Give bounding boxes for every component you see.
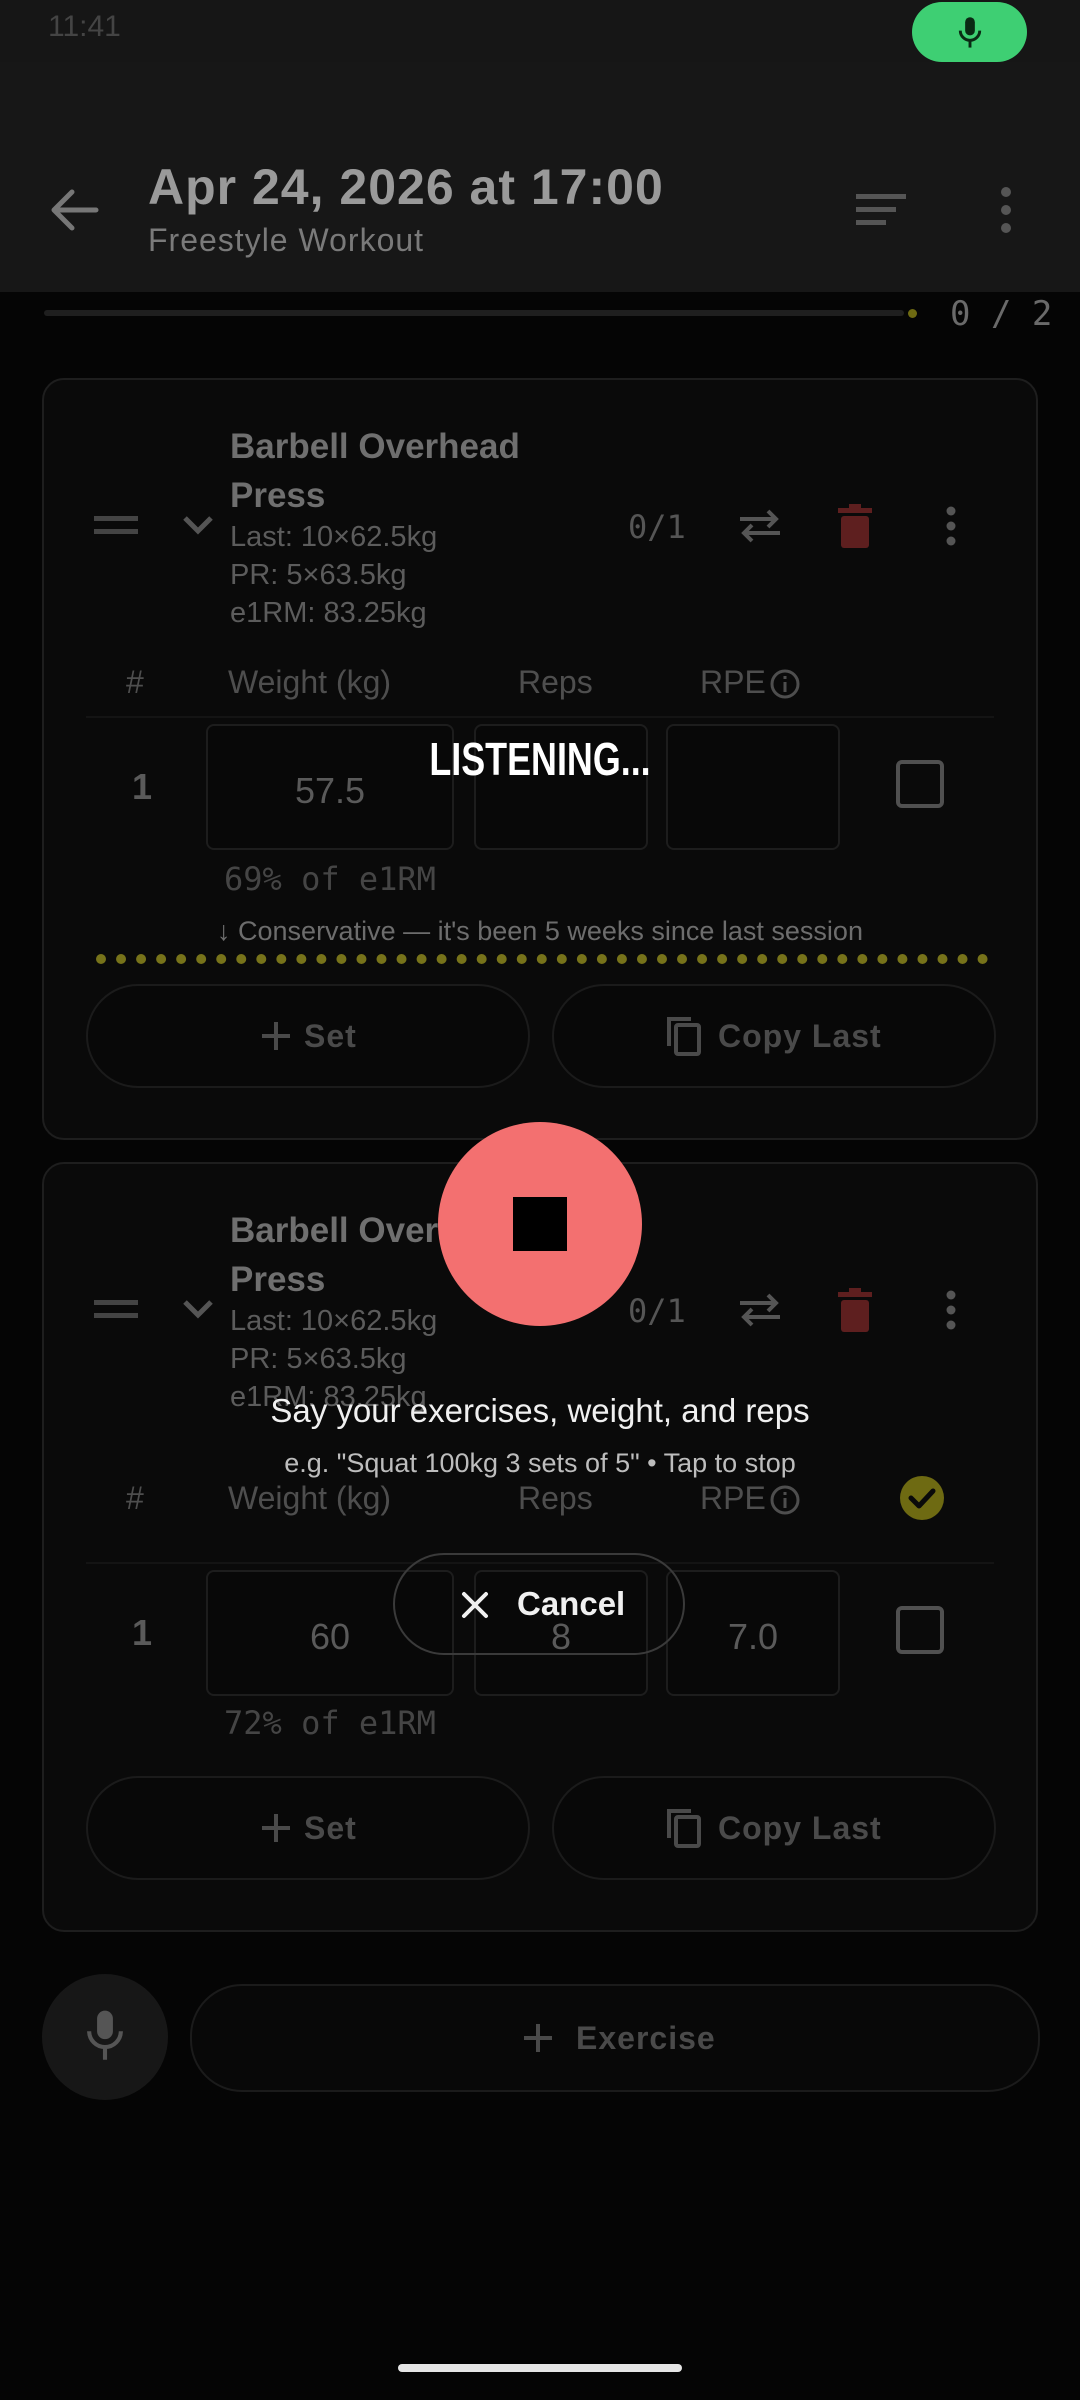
set-number: 1 (132, 1612, 153, 1653)
add-set-label: Set (304, 1018, 357, 1054)
chevron-down-icon[interactable] (182, 1298, 214, 1320)
plus-icon (262, 1814, 290, 1842)
set-count: 0/1 (628, 1292, 686, 1330)
stop-recording-button[interactable] (438, 1122, 642, 1326)
page-subtitle: Freestyle Workout (148, 222, 425, 258)
back-arrow-icon[interactable] (48, 186, 100, 234)
cancel-label: Cancel (517, 1585, 626, 1622)
exercise-e1rm: e1RM: 83.25kg (230, 597, 427, 629)
plus-icon (262, 1022, 290, 1050)
drag-handle-icon[interactable] (94, 1298, 138, 1320)
workout-progress-bar (44, 310, 904, 316)
delete-icon[interactable] (838, 1288, 872, 1332)
all-done-check-icon[interactable] (900, 1476, 944, 1520)
voice-instruction: Say your exercises, weight, and reps (270, 1392, 810, 1429)
percent-e1rm: 72% of e1RM (224, 1704, 436, 1742)
col-header-rpe: RPE (700, 1480, 766, 1516)
listening-status: LISTENING... (429, 733, 651, 785)
info-icon[interactable] (769, 1484, 801, 1516)
rest-timer-dots (96, 954, 988, 964)
copy-last-label: Copy Last (718, 1018, 882, 1054)
col-header-reps: Reps (518, 664, 593, 700)
voice-input-button[interactable] (42, 1974, 168, 2100)
add-exercise-label: Exercise (576, 2020, 716, 2056)
progress-text: 0 / 2 (950, 294, 1053, 334)
col-header-weight: Weight (kg) (228, 664, 392, 700)
add-exercise-button[interactable]: Exercise (190, 1984, 1040, 2092)
drag-handle-icon[interactable] (94, 514, 138, 536)
exercise-pr: PR: 5×63.5kg (230, 559, 407, 591)
add-set-button[interactable]: Set (86, 1776, 530, 1880)
stop-icon (513, 1197, 567, 1251)
col-header-num: # (126, 1480, 144, 1516)
close-icon (462, 1592, 488, 1618)
chevron-down-icon[interactable] (182, 514, 214, 536)
page-title: Apr 24, 2026 at 17:00 (148, 159, 664, 215)
col-header-reps: Reps (518, 1480, 593, 1516)
add-set-button[interactable]: Set (86, 984, 530, 1088)
col-header-num: # (126, 664, 144, 700)
mic-icon (958, 17, 982, 48)
copy-icon (667, 1809, 701, 1848)
exercise-more-icon[interactable] (944, 506, 958, 546)
set-count: 0/1 (628, 508, 686, 546)
swap-icon[interactable] (738, 1292, 782, 1328)
row-divider (86, 716, 994, 718)
exercise-last: Last: 10×62.5kg (230, 1305, 438, 1337)
conservative-note: ↓ Conservative — it's been 5 weeks since… (217, 916, 863, 946)
exercise-pr: PR: 5×63.5kg (230, 1343, 407, 1375)
rpe-input[interactable]: 7.0 (666, 1570, 840, 1696)
info-icon[interactable] (769, 668, 801, 700)
home-indicator[interactable] (398, 2364, 682, 2372)
add-set-label: Set (304, 1810, 357, 1846)
copy-last-label: Copy Last (718, 1810, 882, 1846)
copy-last-button[interactable]: Copy Last (552, 1776, 996, 1880)
set-done-checkbox[interactable] (896, 1606, 944, 1654)
exercise-name[interactable]: Barbell Overhead Press (230, 422, 550, 520)
delete-icon[interactable] (838, 504, 872, 548)
copy-last-button[interactable]: Copy Last (552, 984, 996, 1088)
more-vert-icon[interactable] (996, 186, 1016, 234)
voice-hint: e.g. "Squat 100kg 3 sets of 5" • Tap to … (284, 1448, 796, 1478)
mic-indicator-pill[interactable] (912, 2, 1027, 62)
status-time: 11:41 (48, 10, 121, 43)
rpe-value: 7.0 (727, 1616, 779, 1657)
percent-e1rm: 69% of e1RM (224, 860, 436, 898)
progress-dot (908, 309, 917, 318)
sort-lines-icon[interactable] (856, 192, 906, 228)
col-header-rpe: RPE (700, 664, 766, 700)
copy-icon (667, 1017, 701, 1056)
exercise-more-icon[interactable] (944, 1290, 958, 1330)
plus-icon (524, 2024, 552, 2052)
mic-icon (87, 2010, 123, 2060)
swap-icon[interactable] (738, 508, 782, 544)
cancel-button[interactable]: Cancel (393, 1553, 685, 1655)
exercise-last: Last: 10×62.5kg (230, 521, 438, 553)
col-header-weight: Weight (kg) (228, 1480, 392, 1516)
